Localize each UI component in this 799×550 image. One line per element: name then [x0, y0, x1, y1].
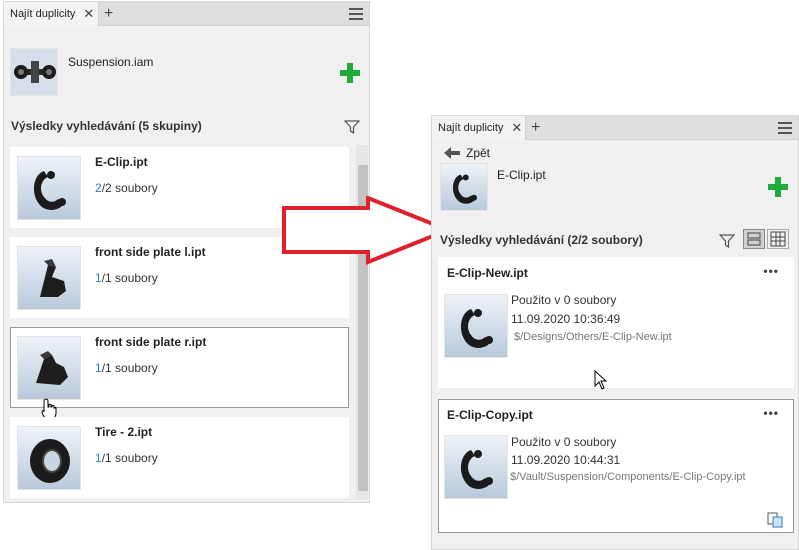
- count-text: /1 soubory: [101, 451, 158, 465]
- back-button[interactable]: Zpět: [444, 146, 490, 160]
- file-name: E-Clip-Copy.ipt: [447, 408, 533, 422]
- left-tab-bar: Najít duplicity ✕ +: [4, 2, 369, 26]
- count-number: 1: [95, 271, 102, 285]
- add-icon[interactable]: [340, 63, 360, 83]
- back-label: Zpět: [466, 146, 491, 160]
- more-options-icon[interactable]: •••: [763, 264, 779, 278]
- assembly-thumbnail: [10, 48, 58, 96]
- add-tab-icon[interactable]: +: [104, 5, 113, 23]
- hamburger-menu-icon[interactable]: [349, 8, 363, 20]
- eclip-thumbnail: [444, 294, 508, 358]
- file-name: E-Clip-New.ipt: [447, 266, 528, 280]
- modified-date: 11.09.2020 10:44:31: [511, 453, 621, 467]
- tire-thumbnail: [17, 426, 81, 490]
- count-number: 1: [95, 361, 102, 375]
- assembly-name: Suspension.iam: [68, 55, 154, 69]
- count-text: /2 soubory: [101, 181, 158, 195]
- table-view-icon: [770, 231, 786, 247]
- tab-label: Najít duplicity: [10, 8, 76, 20]
- modified-date: 11.09.2020 10:36:49: [511, 312, 621, 326]
- duplicate-file-card[interactable]: E-Clip-Copy.ipt ••• Použito v 0 soubory …: [438, 399, 794, 533]
- tab-find-duplicates[interactable]: Najít duplicity ✕: [432, 116, 526, 140]
- count-text: /1 soubory: [101, 271, 158, 285]
- list-item[interactable]: Tire - 2.ipt 1/1 soubory: [10, 417, 349, 498]
- item-count: 1/1 soubory: [95, 451, 158, 465]
- used-in-count: Použito v 0 soubory: [511, 293, 617, 307]
- results-title: Výsledky vyhledávání (5 skupiny): [11, 119, 202, 133]
- eclip-thumbnail: [17, 156, 81, 220]
- results-title: Výsledky vyhledávání (2/2 soubory): [440, 233, 643, 247]
- filter-icon[interactable]: [344, 120, 360, 134]
- used-in-count: Použito v 0 soubory: [511, 435, 617, 449]
- tab-label: Najít duplicity: [438, 122, 504, 134]
- item-count: 1/1 soubory: [95, 361, 158, 375]
- add-icon[interactable]: [768, 177, 788, 197]
- plate-thumbnail: [17, 336, 81, 400]
- arrow-cursor-icon: [594, 370, 608, 390]
- file-path: $/Designs/Others/E-Clip-New.ipt: [514, 331, 672, 343]
- table-view-toggle[interactable]: [767, 229, 789, 249]
- card-view-icon: [747, 232, 761, 246]
- filter-icon[interactable]: [719, 234, 735, 248]
- item-name: Tire - 2.ipt: [95, 425, 153, 439]
- item-name: front side plate r.ipt: [95, 335, 207, 349]
- list-item-selected[interactable]: front side plate r.ipt 1/1 soubory: [10, 327, 349, 420]
- plate-thumbnail: [17, 246, 81, 310]
- card-view-toggle[interactable]: [743, 229, 765, 249]
- close-icon[interactable]: ✕: [83, 6, 94, 22]
- item-count: 1/1 soubory: [95, 271, 158, 285]
- selected-file-name: E-Clip.ipt: [497, 168, 546, 182]
- arrow-left-icon: [444, 147, 460, 159]
- add-tab-icon[interactable]: +: [531, 119, 540, 137]
- right-panel: Najít duplicity ✕ + Zpět E-Clip.ipt Výsl…: [431, 115, 799, 550]
- hamburger-menu-icon[interactable]: [778, 122, 792, 134]
- more-options-icon[interactable]: •••: [763, 406, 779, 420]
- count-number: 2: [95, 181, 102, 195]
- file-path: $/Vault/Suspension/Components/E-Clip-Cop…: [510, 471, 746, 483]
- count-text: /1 soubory: [101, 361, 158, 375]
- red-arrow-icon: [282, 196, 452, 265]
- eclip-thumbnail: [444, 435, 508, 499]
- item-count: 2/2 soubory: [95, 181, 158, 195]
- item-name: front side plate l.ipt: [95, 245, 206, 259]
- copy-document-icon[interactable]: [767, 512, 783, 528]
- item-name: E-Clip.ipt: [95, 155, 148, 169]
- right-tab-bar: Najít duplicity ✕ +: [432, 116, 798, 140]
- duplicate-file-card[interactable]: E-Clip-New.ipt ••• Použito v 0 soubory 1…: [438, 257, 794, 390]
- count-number: 1: [95, 451, 102, 465]
- eclip-thumbnail: [440, 163, 488, 211]
- close-icon[interactable]: ✕: [511, 120, 522, 136]
- tab-find-duplicates[interactable]: Najít duplicity ✕: [4, 2, 99, 26]
